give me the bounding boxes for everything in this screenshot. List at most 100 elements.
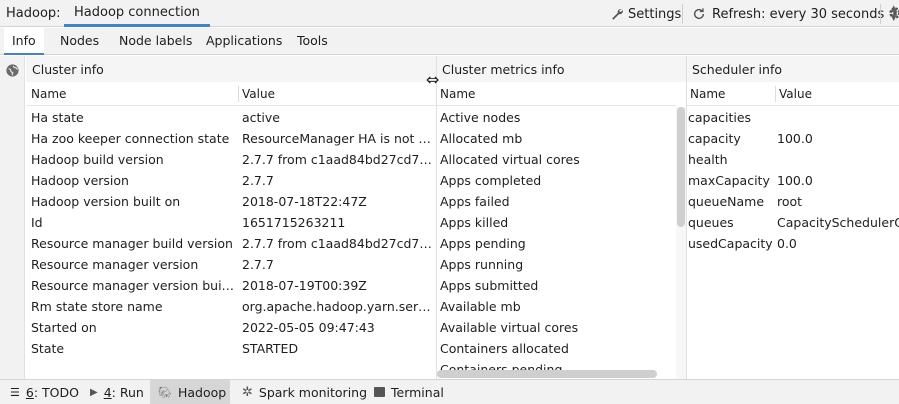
table-row[interactable]: Resource manager build version 2.7.7 from… bbox=[26, 233, 436, 254]
row-name: Active nodes bbox=[440, 110, 521, 125]
table-row[interactable]: Apps pending bbox=[437, 233, 676, 254]
table-row[interactable]: Containers allocated bbox=[437, 338, 676, 359]
table-row[interactable]: Rm state store name org.apache.hadoop.yar… bbox=[26, 296, 436, 317]
row-name: Containers allocated bbox=[440, 341, 569, 356]
run-tool-button[interactable]: ▶ 4: Run bbox=[82, 380, 152, 404]
row-name: Apps submitted bbox=[440, 278, 539, 293]
table-row[interactable]: Available mb bbox=[437, 296, 676, 317]
column-separator[interactable] bbox=[775, 86, 776, 102]
table-row[interactable]: Allocated virtual cores bbox=[437, 149, 676, 170]
table-row[interactable]: Id 1651715263211 bbox=[26, 212, 436, 233]
tab-info[interactable]: Info bbox=[4, 28, 44, 55]
table-row[interactable]: Apps running bbox=[437, 254, 676, 275]
row-value: 2022-05-05 09:47:43 bbox=[242, 320, 375, 335]
column-name[interactable]: Name bbox=[31, 82, 66, 106]
row-value: root bbox=[777, 194, 803, 209]
row-name: Ha zoo keeper connection state bbox=[31, 131, 230, 146]
table-row[interactable]: Hadoop version built on 2018-07-18T22:47Z bbox=[26, 191, 436, 212]
refresh-icon bbox=[693, 8, 705, 20]
table-row[interactable]: Resource manager version 2.7.7 bbox=[26, 254, 436, 275]
tab-nodes[interactable]: Nodes bbox=[52, 28, 107, 55]
table-row[interactable]: Available virtual cores bbox=[437, 317, 676, 338]
tab-tools[interactable]: Tools bbox=[289, 28, 336, 55]
row-value: 2.7.7 bbox=[242, 173, 274, 188]
row-name: Resource manager version bbox=[31, 257, 199, 272]
row-name: Available mb bbox=[440, 299, 521, 314]
table-row[interactable]: Hadoop build version 2.7.7 from c1aad84bd… bbox=[26, 149, 436, 170]
table-row[interactable]: health bbox=[687, 149, 899, 170]
table-row[interactable]: Hadoop version 2.7.7 bbox=[26, 170, 436, 191]
table-row[interactable]: Ha state active bbox=[26, 107, 436, 128]
column-separator[interactable] bbox=[238, 86, 239, 102]
left-gutter bbox=[0, 56, 25, 379]
row-name: health bbox=[688, 152, 728, 167]
table-row[interactable]: Ha zoo keeper connection state ResourceMa… bbox=[26, 128, 436, 149]
spark-label: Spark monitoring bbox=[258, 384, 368, 400]
terminal-label: Terminal bbox=[391, 384, 444, 400]
scheduler-info-title: Scheduler info bbox=[692, 62, 782, 77]
column-value[interactable]: Value bbox=[779, 82, 812, 106]
row-name: Resource manager version built on bbox=[31, 278, 236, 293]
todo-tool-button[interactable]: ☰ 6: TODO bbox=[2, 380, 87, 404]
table-row[interactable]: Started on 2022-05-05 09:47:43 bbox=[26, 317, 436, 338]
row-name: Apps pending bbox=[440, 236, 526, 251]
row-name: Id bbox=[31, 215, 43, 230]
panel-splitter[interactable] bbox=[436, 56, 437, 379]
panel-splitter[interactable] bbox=[686, 56, 687, 379]
table-row[interactable]: capacities bbox=[687, 107, 899, 128]
table-row[interactable]: Active nodes bbox=[437, 107, 676, 128]
table-row[interactable]: Apps failed bbox=[437, 191, 676, 212]
table-row[interactable]: queues CapacitySchedulerQu bbox=[687, 212, 899, 233]
bottom-tool-window-bar: ☰ 6: TODO ▶ 4: Run 🐘︎ Hadoop ✲ Spark mon… bbox=[0, 379, 899, 404]
refresh-dropdown[interactable]: Refresh: every 30 seconds ▲ ▼ bbox=[692, 5, 897, 23]
tab-node-labels[interactable]: Node labels bbox=[111, 28, 200, 55]
tab-applications[interactable]: Applications bbox=[198, 28, 290, 55]
table-row[interactable]: queueName root bbox=[687, 191, 899, 212]
row-name: Apps completed bbox=[440, 173, 542, 188]
table-row[interactable]: Apps completed bbox=[437, 170, 676, 191]
play-icon: ▶ bbox=[90, 386, 98, 398]
row-value: 100.0 bbox=[777, 173, 813, 188]
table-row[interactable]: Resource manager version built on 2018-07… bbox=[26, 275, 436, 296]
run-label: 4: Run bbox=[104, 385, 144, 400]
table-row[interactable]: usedCapacity 0.0 bbox=[687, 233, 899, 254]
todo-label-text: : TODO bbox=[33, 384, 79, 400]
column-value[interactable]: Value bbox=[242, 82, 275, 106]
hadoop-label: Hadoop bbox=[177, 384, 227, 400]
row-value: 2.7.7 from c1aad84bd27cd79c... bbox=[242, 236, 432, 251]
column-name[interactable]: Name bbox=[440, 82, 475, 106]
sub-tab-bar: Info Nodes Node labels Applications Tool… bbox=[0, 28, 899, 55]
globe-icon[interactable] bbox=[5, 63, 20, 81]
row-value: 0.0 bbox=[777, 236, 797, 251]
elephant-icon: 🐘︎ bbox=[158, 385, 172, 399]
cluster-metrics-column-header: Name bbox=[437, 82, 676, 106]
column-name[interactable]: Name bbox=[690, 82, 725, 106]
settings-button[interactable]: Settings bbox=[610, 5, 681, 23]
terminal-tool-button[interactable]: Terminal bbox=[366, 380, 452, 404]
table-row[interactable]: maxCapacity 100.0 bbox=[687, 170, 899, 191]
table-row[interactable]: Allocated mb bbox=[437, 128, 676, 149]
row-name: maxCapacity bbox=[688, 173, 770, 188]
metrics-scroll-thumb[interactable] bbox=[677, 107, 685, 227]
row-value: CapacitySchedulerQu bbox=[777, 215, 899, 230]
table-row[interactable]: capacity 100.0 bbox=[687, 128, 899, 149]
metrics-horizontal-scrollbar[interactable] bbox=[437, 370, 657, 378]
tab-hadoop-connection[interactable]: Hadoop connection bbox=[64, 0, 210, 27]
table-row[interactable]: Apps killed bbox=[437, 212, 676, 233]
table-row[interactable]: Apps submitted bbox=[437, 275, 676, 296]
gear-icon[interactable] bbox=[888, 6, 899, 23]
row-name: capacities bbox=[688, 110, 752, 125]
row-name: Resource manager build version bbox=[31, 236, 233, 251]
cluster-info-column-header: Name Value bbox=[26, 82, 436, 106]
table-row[interactable]: State STARTED bbox=[26, 338, 436, 359]
spark-monitoring-tool-button[interactable]: ✲ Spark monitoring bbox=[234, 380, 375, 404]
wrench-icon bbox=[612, 8, 623, 20]
terminal-icon bbox=[374, 387, 385, 397]
refresh-label: Refresh: every 30 seconds bbox=[712, 6, 885, 22]
row-value: 2.7.7 from c1aad84bd27cd79c... bbox=[242, 152, 432, 167]
row-name: Apps running bbox=[440, 257, 524, 272]
hadoop-tool-button[interactable]: 🐘︎ Hadoop bbox=[150, 380, 230, 404]
list-icon: ☰ bbox=[10, 385, 20, 399]
scheduler-info-column-header: Name Value bbox=[687, 82, 899, 106]
row-name: Rm state store name bbox=[31, 299, 163, 314]
